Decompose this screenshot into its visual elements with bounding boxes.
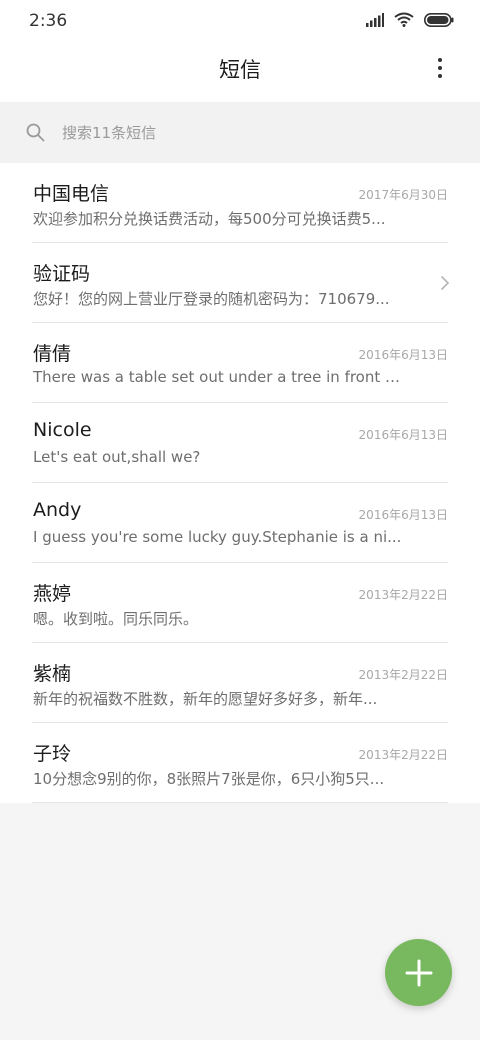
message-date: 2016年6月13日 — [358, 348, 448, 362]
message-row[interactable]: 倩倩 2016年6月13日 There was a table set out … — [0, 323, 480, 403]
wifi-icon — [394, 12, 414, 27]
message-sender: 燕婷 — [33, 583, 72, 605]
message-date: 2013年2月22日 — [358, 588, 448, 602]
message-row[interactable]: 中国电信 2017年6月30日 欢迎参加积分兑换话费活动，每500分可兑换话费5… — [0, 163, 480, 243]
message-list: 中国电信 2017年6月30日 欢迎参加积分兑换话费活动，每500分可兑换话费5… — [0, 163, 480, 803]
message-preview: 新年的祝福数不胜数，新年的愿望好多好多，新年... — [33, 690, 378, 708]
status-bar: 2:36 — [0, 0, 480, 42]
message-date: 2016年6月13日 — [358, 508, 448, 522]
message-date: 2016年6月13日 — [358, 428, 448, 442]
page-title: 短信 — [219, 58, 261, 82]
new-message-button[interactable] — [385, 939, 452, 1006]
message-sender: Andy — [33, 499, 82, 521]
message-row[interactable]: 紫楠 2013年2月22日 新年的祝福数不胜数，新年的愿望好多好多，新年... — [0, 643, 480, 723]
message-sender: Nicole — [33, 419, 92, 441]
search-bar — [0, 102, 480, 163]
more-options-button[interactable] — [428, 54, 452, 82]
message-date: 2013年2月22日 — [358, 748, 448, 762]
chevron-right-icon — [440, 275, 450, 291]
message-sender: 倩倩 — [33, 343, 72, 365]
message-sender: 验证码 — [33, 263, 91, 285]
message-preview: 10分想念9别的你，8张照片7张是你，6只小狗5只... — [33, 770, 385, 788]
search-icon — [26, 123, 45, 142]
message-preview: There was a table set out under a tree i… — [33, 368, 405, 386]
search-input[interactable] — [62, 120, 442, 146]
message-row[interactable]: 燕婷 2013年2月22日 嗯。收到啦。同乐同乐。 — [0, 563, 480, 643]
message-preview: 欢迎参加积分兑换话费活动，每500分可兑换话费5... — [33, 210, 386, 228]
message-row[interactable]: Nicole 2016年6月13日 Let's eat out,shall we… — [0, 403, 480, 483]
message-sender: 中国电信 — [33, 183, 110, 205]
message-date: 2017年6月30日 — [358, 188, 448, 202]
app-bar: 短信 — [0, 42, 480, 102]
more-vertical-icon — [438, 58, 442, 62]
message-row[interactable]: 验证码 您好！您的网上营业厅登录的随机密码为：710679... — [0, 243, 480, 323]
message-preview: 您好！您的网上营业厅登录的随机密码为：710679... — [33, 290, 390, 308]
signal-icon — [366, 12, 384, 27]
plus-icon — [405, 959, 432, 986]
message-preview: 嗯。收到啦。同乐同乐。 — [33, 610, 199, 628]
status-icons — [366, 12, 454, 27]
message-date: 2013年2月22日 — [358, 668, 448, 682]
status-time: 2:36 — [29, 11, 68, 31]
message-preview: I guess you're some lucky guy.Stephanie … — [33, 528, 402, 546]
message-sender: 子玲 — [33, 743, 72, 765]
message-preview: Let's eat out,shall we? — [33, 448, 201, 466]
message-row[interactable]: 子玲 2013年2月22日 10分想念9别的你，8张照片7张是你，6只小狗5只.… — [0, 723, 480, 803]
message-sender: 紫楠 — [33, 663, 72, 685]
battery-icon — [424, 12, 454, 27]
message-row[interactable]: Andy 2016年6月13日 I guess you're some luck… — [0, 483, 480, 563]
